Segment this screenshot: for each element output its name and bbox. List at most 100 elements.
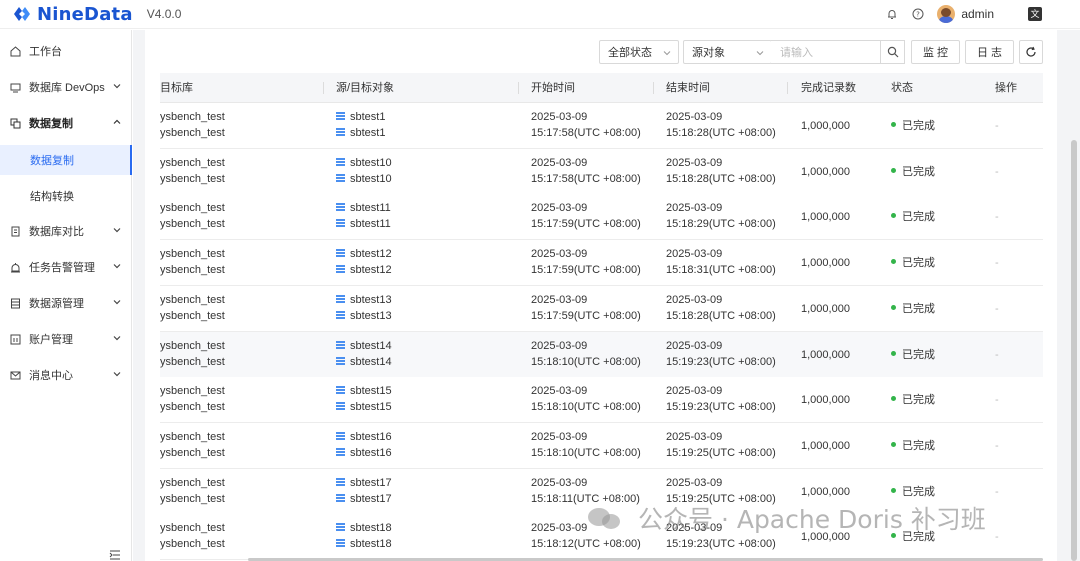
table-icon — [336, 402, 345, 411]
target-db-cell: ysbench_test ysbench_test — [160, 292, 225, 324]
end-time-cell: 2025-03-09 15:18:28(UTC +08:00) — [666, 292, 776, 324]
sidebar-item-db-compare[interactable]: 数据库对比 — [0, 213, 132, 249]
action-cell: - — [995, 257, 999, 270]
collapse-sidebar-icon[interactable] — [109, 550, 121, 560]
username[interactable]: admin — [961, 7, 994, 21]
source-object-name: sbtest14 — [350, 339, 392, 352]
watermark-text: 公众号 · Apache Doris 补习班 — [638, 505, 986, 534]
object-cell: sbtest17 sbtest17 — [336, 475, 392, 507]
status-dot-icon — [891, 396, 896, 402]
table-icon — [336, 249, 345, 258]
start-date: 2025-03-09 — [531, 476, 588, 489]
table-icon — [336, 310, 345, 319]
action-cell: - — [995, 302, 999, 315]
object-filter-value: 源对象 — [692, 47, 725, 59]
chevron-down-icon — [756, 51, 764, 56]
sidebar-item-label: 数据复制 — [29, 118, 73, 130]
table-icon — [336, 447, 345, 456]
target-object-name: sbtest12 — [350, 264, 392, 277]
chevron-down-icon — [113, 264, 121, 269]
table-row[interactable]: ysbench_test ysbench_test sbtest15 sbtest15… — [160, 377, 1043, 424]
table-row[interactable]: ysbench_test ysbench_test sbtest1 sbtest1 20… — [160, 103, 1043, 149]
sidebar-subitem-schema-conversion[interactable]: 结构转换 — [0, 181, 132, 211]
end-time-cell: 2025-03-09 15:19:23(UTC +08:00) — [666, 383, 776, 415]
home-icon — [9, 45, 21, 57]
end-time-cell: 2025-03-09 15:19:25(UTC +08:00) — [666, 429, 776, 461]
sidebar-item-account[interactable]: 账户管理 — [0, 321, 132, 357]
table-row[interactable]: ysbench_test ysbench_test sbtest12 sbtest12… — [160, 240, 1043, 287]
status-filter-select[interactable]: 全部状态 — [599, 40, 679, 64]
start-time-cell: 2025-03-09 15:18:10(UTC +08:00) — [531, 383, 641, 415]
end-date: 2025-03-09 — [666, 156, 723, 169]
start-date: 2025-03-09 — [531, 202, 588, 215]
chevron-down-icon — [113, 372, 121, 377]
records-cell: 1,000,000 — [801, 394, 850, 407]
chevron-down-icon — [113, 300, 121, 305]
table-icon — [336, 539, 345, 548]
help-icon[interactable]: ? — [911, 7, 925, 21]
status-label: 已完成 — [902, 439, 935, 452]
column-header-object: 源/目标对象 — [336, 82, 395, 94]
search-input[interactable]: 请输入 — [771, 40, 881, 64]
end-date: 2025-03-09 — [666, 385, 723, 398]
start-time: 15:17:58(UTC +08:00) — [531, 127, 641, 139]
table-row[interactable]: ysbench_test ysbench_test sbtest16 sbtest16… — [160, 422, 1043, 469]
brand-name: NineData — [37, 3, 133, 25]
sidebar-item-workbench[interactable]: 工作台 — [0, 33, 132, 69]
end-time-cell: 2025-03-09 15:18:28(UTC +08:00) — [666, 109, 776, 141]
alarm-icon — [9, 261, 21, 273]
end-time-cell: 2025-03-09 15:19:23(UTC +08:00) — [666, 338, 776, 370]
source-db-name: ysbench_test — [160, 202, 225, 215]
target-object-name: sbtest13 — [350, 309, 392, 322]
start-time: 15:18:10(UTC +08:00) — [531, 401, 641, 414]
table-row[interactable]: ysbench_test ysbench_test sbtest14 sbtest14… — [160, 331, 1043, 378]
table-row[interactable]: ysbench_test ysbench_test sbtest11 sbtest11… — [160, 194, 1043, 241]
status-dot-icon — [891, 487, 896, 493]
source-object-name: sbtest15 — [350, 385, 392, 398]
refresh-button[interactable] — [1019, 40, 1043, 64]
sidebar-item-alarm[interactable]: 任务告警管理 — [0, 249, 132, 285]
sidebar-item-datasource[interactable]: 数据源管理 — [0, 285, 132, 321]
table-icon — [336, 203, 345, 212]
mail-icon — [9, 369, 21, 381]
start-time: 15:17:59(UTC +08:00) — [531, 218, 641, 231]
sidebar-subitem-data-replication[interactable]: 数据复制 — [0, 145, 132, 175]
start-time: 15:18:10(UTC +08:00) — [531, 446, 641, 459]
start-time-cell: 2025-03-09 15:17:58(UTC +08:00) — [531, 109, 641, 141]
avatar[interactable] — [937, 5, 956, 23]
monitor-button-label: 监 控 — [922, 47, 949, 59]
search-button[interactable] — [880, 40, 905, 64]
table-row[interactable]: ysbench_test ysbench_test sbtest13 sbtest13… — [160, 285, 1043, 332]
status-cell: 已完成 — [891, 301, 935, 317]
action-cell: - — [995, 211, 999, 224]
status-dot-icon — [891, 259, 896, 265]
sidebar-subitem-label: 数据复制 — [30, 155, 74, 167]
table-icon — [336, 112, 345, 120]
source-db-name: ysbench_test — [160, 293, 225, 306]
target-object-name: sbtest17 — [350, 492, 392, 505]
object-filter-select[interactable]: 源对象 — [683, 40, 772, 64]
column-header-start-time: 开始时间 — [531, 82, 575, 94]
table-icon — [336, 265, 345, 274]
monitor-button[interactable]: 监 控 — [911, 40, 960, 64]
status-dot-icon — [891, 350, 896, 356]
source-db-name: ysbench_test — [160, 111, 225, 123]
target-object-name: sbtest10 — [350, 172, 392, 185]
object-cell: sbtest12 sbtest12 — [336, 246, 392, 278]
table-icon — [336, 493, 345, 502]
bell-icon[interactable] — [885, 7, 899, 21]
status-label: 已完成 — [902, 394, 935, 407]
sidebar-item-devops[interactable]: 数据库 DevOps — [0, 69, 132, 105]
target-db-name: ysbench_test — [160, 309, 225, 322]
sidebar-item-messages[interactable]: 消息中心 — [0, 357, 132, 393]
log-button[interactable]: 日 志 — [965, 40, 1014, 64]
copy-icon — [9, 117, 21, 129]
sidebar-item-replication[interactable]: 数据复制 — [0, 105, 132, 141]
vertical-scrollbar[interactable] — [1071, 140, 1077, 561]
brand-logo[interactable]: NineData — [11, 3, 133, 25]
language-switch-icon[interactable]: 文 — [1028, 7, 1042, 21]
compare-icon — [9, 225, 21, 237]
start-date: 2025-03-09 — [531, 156, 588, 169]
table-row[interactable]: ysbench_test ysbench_test sbtest10 sbtest10… — [160, 148, 1043, 195]
status-dot-icon — [891, 213, 896, 219]
